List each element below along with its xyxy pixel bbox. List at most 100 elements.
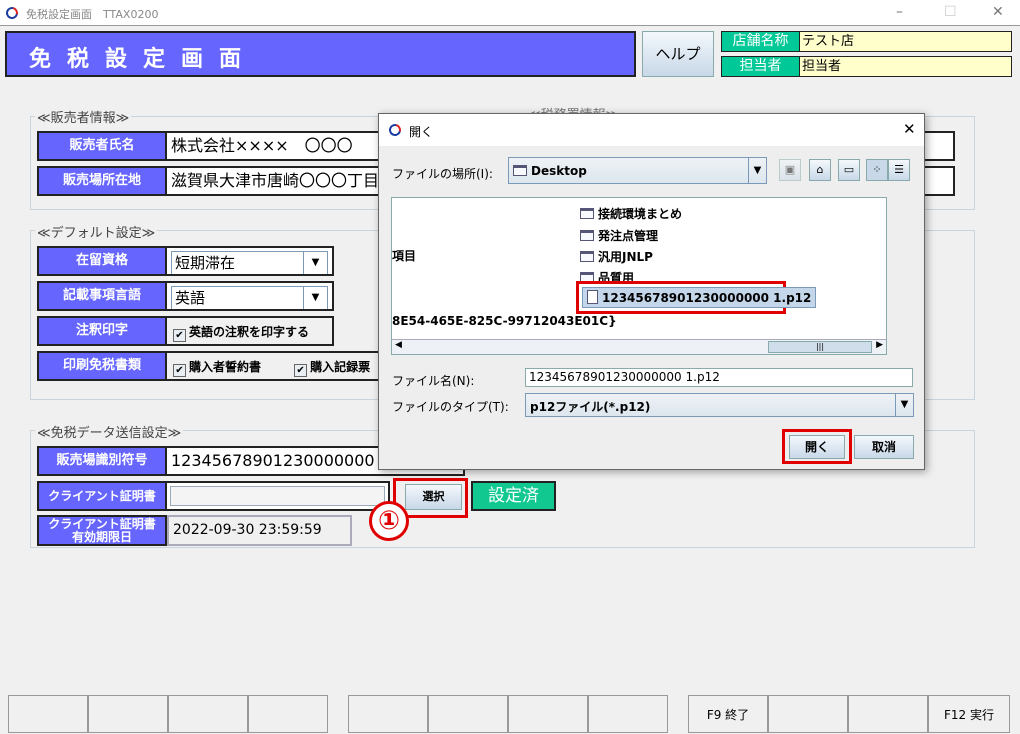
cert-input[interactable]	[170, 486, 385, 506]
scroll-left-icon[interactable]: ◀	[395, 340, 402, 350]
app-icon	[386, 121, 404, 139]
open-button[interactable]: 開く	[789, 435, 845, 459]
file-name: 接続環境まとめ	[598, 207, 683, 221]
help-button[interactable]: ヘルプ	[642, 31, 714, 77]
open-file-dialog: 開く ✕ ファイルの場所(I): Desktop ▼ ▣ ⌂ ▭ ⁘ ☰ 接続環…	[378, 113, 925, 470]
fkey-1[interactable]	[8, 695, 88, 733]
scroll-right-icon[interactable]: ▶	[876, 340, 883, 350]
folder-icon	[580, 208, 594, 219]
fkey-8[interactable]	[588, 695, 668, 733]
cert-expiry-label-line2: 有効期限日	[71, 530, 132, 544]
fkey-11[interactable]	[848, 695, 928, 733]
scrollbar-thumb[interactable]: |||	[768, 341, 872, 353]
title-bar: 免税設定画面 TTAX0200 – ☐ ✕	[0, 0, 1020, 26]
filename-label: ファイル名(N):	[392, 374, 475, 388]
staff-value: 担当者	[800, 56, 1012, 77]
horizontal-scrollbar[interactable]: ◀ ||| ▶	[392, 339, 886, 354]
cert-status-badge: 設定済	[471, 481, 556, 511]
chevron-down-icon[interactable]: ▼	[895, 394, 913, 416]
app-icon	[3, 4, 21, 22]
file-icon	[587, 290, 598, 304]
language-label: 記載事項言語	[37, 281, 167, 311]
seller-address-label: 販売場所在地	[37, 166, 167, 196]
seller-name-label: 販売者氏名	[37, 131, 167, 161]
note-print-label: 注釈印字	[37, 316, 167, 346]
checkmark-icon: ✔	[173, 364, 186, 377]
fkey-10[interactable]	[768, 695, 848, 733]
store-value: テスト店	[800, 31, 1012, 52]
file-item[interactable]: 接続環境まとめ	[580, 205, 682, 222]
selected-file-item[interactable]: 12345678901230000000 1.p12	[582, 287, 817, 308]
file-list: 接続環境まとめ 発注点管理 汎用JNLP 品質用 項目 8E54-465E-82…	[391, 197, 887, 355]
file-type-label: ファイルのタイプ(T):	[392, 400, 509, 414]
store-id-label: 販売場識別符号	[37, 446, 167, 476]
minimize-button[interactable]: –	[896, 4, 903, 20]
cert-label: クライアント証明書	[37, 481, 167, 511]
file-item[interactable]: 発注点管理	[580, 227, 658, 244]
record-check-label: 購入記録票	[310, 360, 371, 374]
note-print-check-label: 英語の注釈を印字する	[189, 325, 310, 339]
chevron-down-icon[interactable]: ▼	[748, 158, 766, 183]
close-button[interactable]: ✕	[992, 4, 1004, 20]
record-checkbox[interactable]: ✔ 購入記録票	[294, 360, 371, 377]
filename-input[interactable]: 12345678901230000000 1.p12	[525, 368, 913, 387]
file-item[interactable]: 汎用JNLP	[580, 248, 653, 265]
language-value: 英語	[175, 289, 206, 307]
new-folder-icon[interactable]: ▭	[838, 159, 860, 181]
file-name: 発注点管理	[598, 229, 659, 243]
default-legend: ≪デフォルト設定≫	[35, 222, 158, 241]
checkmark-icon: ✔	[173, 329, 186, 342]
chevron-down-icon[interactable]: ▼	[303, 287, 327, 309]
cert-field	[167, 481, 390, 511]
file-name: 12345678901230000000 1.p12	[602, 291, 812, 305]
file-item-partial[interactable]: 8E54-465E-825C-99712043E01C}	[392, 314, 617, 328]
details-view-icon[interactable]: ☰	[888, 159, 910, 181]
look-in-value: Desktop	[531, 164, 587, 178]
note-print-field: ✔ 英語の注釈を印字する	[167, 316, 334, 346]
maximize-button[interactable]: ☐	[944, 4, 957, 20]
cert-expiry-value: 2022-09-30 23:59:59	[167, 515, 352, 546]
residence-status-field: 短期滞在 ▼	[167, 246, 334, 276]
up-folder-icon[interactable]: ▣	[779, 159, 801, 181]
checkmark-icon: ✔	[294, 364, 308, 377]
f12-execute-button[interactable]: F12 実行	[928, 695, 1010, 733]
fkey-5[interactable]	[348, 695, 428, 733]
folder-icon	[580, 230, 594, 241]
fkey-7[interactable]	[508, 695, 588, 733]
select-cert-button[interactable]: 選択	[405, 484, 462, 510]
file-type-select[interactable]: p12ファイル(*.p12) ▼	[525, 393, 914, 417]
list-view-icon[interactable]: ⁘	[866, 159, 888, 181]
docs-label: 印刷免税書類	[37, 351, 167, 381]
cert-expiry-label: クライアント証明書 有効期限日	[37, 515, 167, 546]
pledge-check-label: 購入者誓約書	[189, 360, 262, 374]
fkey-2[interactable]	[88, 695, 168, 733]
look-in-label: ファイルの場所(I):	[392, 167, 493, 181]
callout-number: ①	[369, 501, 409, 541]
pledge-checkbox[interactable]: ✔ 購入者誓約書	[173, 360, 262, 377]
cancel-button[interactable]: 取消	[854, 435, 914, 459]
folder-icon	[513, 165, 527, 176]
language-select[interactable]: 英語 ▼	[171, 286, 328, 309]
seller-legend: ≪販売者情報≫	[35, 107, 132, 126]
note-print-checkbox[interactable]: ✔ 英語の注釈を印字する	[173, 325, 310, 342]
residence-status-select[interactable]: 短期滞在 ▼	[171, 251, 328, 274]
home-icon[interactable]: ⌂	[809, 159, 831, 181]
fkey-6[interactable]	[428, 695, 508, 733]
dialog-close-icon[interactable]: ✕	[903, 120, 916, 138]
f9-exit-button[interactable]: F9 終了	[688, 695, 768, 733]
fkey-4[interactable]	[248, 695, 328, 733]
file-name: 汎用JNLP	[598, 250, 653, 264]
fkey-3[interactable]	[168, 695, 248, 733]
store-label: 店舗名称	[721, 31, 800, 52]
residence-status-label: 在留資格	[37, 246, 167, 276]
staff-label: 担当者	[721, 56, 800, 77]
dialog-title: 開く	[409, 125, 434, 139]
file-type-value: p12ファイル(*.p12)	[530, 400, 651, 414]
send-legend: ≪免税データ送信設定≫	[35, 422, 184, 441]
page-title: 免税設定画面	[5, 31, 636, 77]
dialog-title-bar: 開く ✕	[379, 114, 924, 146]
language-field: 英語 ▼	[167, 281, 334, 311]
look-in-select[interactable]: Desktop ▼	[508, 157, 767, 184]
chevron-down-icon[interactable]: ▼	[303, 252, 327, 274]
file-item-partial[interactable]: 項目	[392, 247, 416, 264]
